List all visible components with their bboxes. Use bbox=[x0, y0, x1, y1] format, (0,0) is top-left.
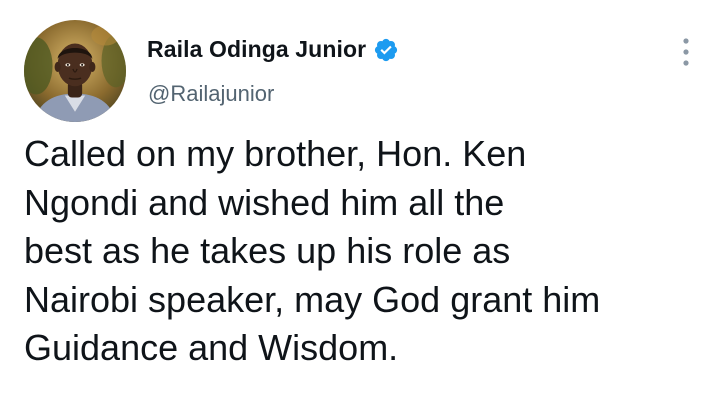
author-handle[interactable]: @Railajunior bbox=[148, 81, 274, 107]
tweet-text-line: best as he takes up his role as bbox=[24, 230, 511, 271]
tweet-text-line: Called on my brother, Hon. Ken bbox=[24, 133, 527, 174]
more-options-icon[interactable] bbox=[680, 36, 692, 68]
avatar-photo bbox=[24, 20, 126, 122]
tweet-text: Called on my brother, Hon. Ken Ngondi an… bbox=[24, 130, 704, 373]
tweet-card: Raila Odinga Junior @Railajunior Called … bbox=[0, 0, 720, 412]
verified-badge-icon bbox=[373, 37, 399, 63]
tweet-text-line: Guidance and Wisdom. bbox=[24, 327, 399, 368]
author-name-row[interactable]: Raila Odinga Junior bbox=[147, 36, 399, 63]
author-display-name[interactable]: Raila Odinga Junior bbox=[147, 36, 366, 63]
tweet-text-line: Nairobi speaker, may God grant him bbox=[24, 278, 601, 320]
avatar[interactable] bbox=[24, 20, 126, 122]
tweet-text-line: Ngondi and wished him all the bbox=[24, 181, 505, 223]
